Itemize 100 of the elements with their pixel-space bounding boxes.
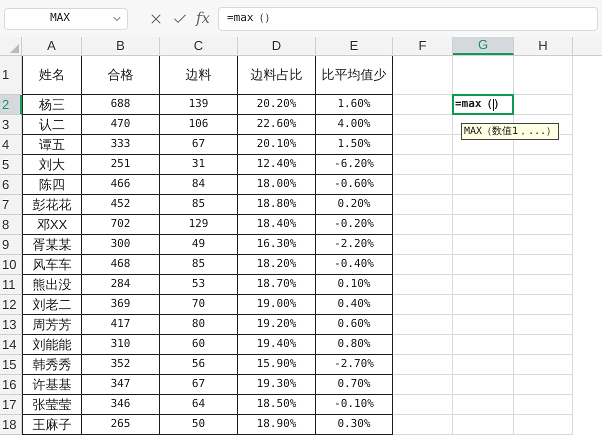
table-cell-text: 15.90% [256, 356, 296, 372]
empty-cell [514, 235, 573, 255]
table-cell-text: 0.20% [337, 196, 371, 212]
column-header[interactable]: B [82, 37, 160, 55]
table-cell-text: 张莹莹 [32, 396, 72, 414]
table-cell-text: 265 [110, 416, 130, 432]
empty-cell [393, 195, 453, 215]
empty-cell [453, 295, 514, 315]
empty-cell [393, 235, 453, 255]
table-cell-text: 300 [110, 236, 130, 252]
table-cell-text: 胥某某 [32, 236, 72, 254]
table-cell-text: 认二 [39, 116, 65, 134]
table-cell-text: 姓名 [39, 66, 65, 84]
empty-cell [514, 135, 573, 155]
function-button[interactable]: fx [196, 7, 210, 30]
row-header[interactable]: 7 [0, 195, 22, 215]
table-cell-text: 熊出没 [32, 276, 72, 294]
table-cell-text: 合格 [108, 66, 134, 84]
table-cell-text: 刘大 [39, 156, 65, 174]
table-cell-text: 比平均值少 [322, 66, 386, 84]
row-header[interactable]: 13 [0, 315, 22, 335]
empty-cell [514, 275, 573, 295]
table-cell-text: 周芳芳 [32, 316, 72, 334]
table-cell-text: 边料占比 [250, 66, 302, 84]
empty-cell [453, 395, 514, 415]
empty-cell [453, 215, 514, 235]
row-header[interactable]: 5 [0, 155, 22, 175]
row-header[interactable]: 17 [0, 395, 22, 415]
table-cell-text: 1.50% [337, 136, 371, 152]
column-header[interactable]: H [514, 37, 573, 55]
row-header[interactable]: 15 [0, 355, 22, 375]
empty-cell [393, 255, 453, 275]
empty-cell [514, 395, 573, 415]
empty-cell [393, 175, 453, 195]
table-cell-text: 谭五 [39, 136, 65, 154]
table-cell-text: 64 [192, 396, 206, 412]
row-header[interactable]: 8 [0, 215, 22, 235]
table-cell-text: 369 [110, 296, 130, 312]
row-header[interactable]: 18 [0, 415, 22, 435]
table-cell-text: 106 [188, 116, 208, 132]
formula-input[interactable]: =max（） [218, 6, 598, 30]
table-cell-text: -2.20% [334, 236, 374, 252]
table-cell-text: 刘能能 [32, 336, 72, 354]
row-header[interactable]: 4 [0, 135, 22, 155]
row-header[interactable]: 11 [0, 275, 22, 295]
empty-cell [514, 295, 573, 315]
table-cell-text: 18.00% [256, 176, 296, 192]
empty-cell [514, 355, 573, 375]
table-cell-text: 352 [110, 356, 130, 372]
table-cell-text: 60 [192, 336, 206, 352]
empty-cell [393, 215, 453, 235]
text-caret [492, 98, 494, 110]
table-cell-text: 67 [192, 136, 206, 152]
row-header[interactable]: 14 [0, 335, 22, 355]
empty-cell [453, 375, 514, 395]
table-cell-text: 0.70% [337, 376, 371, 392]
active-cell-input[interactable]: =max（） [452, 94, 514, 115]
table-cell-text: 688 [110, 96, 130, 112]
empty-cell [514, 375, 573, 395]
row-header[interactable]: 1 [0, 56, 22, 95]
empty-cell [393, 355, 453, 375]
table-cell-text: 18.40% [256, 216, 296, 232]
empty-cell [453, 195, 514, 215]
column-header[interactable]: A [22, 37, 82, 55]
table-cell-text: 702 [110, 216, 130, 232]
row-header[interactable]: 10 [0, 255, 22, 275]
table-cell-text: 310 [110, 336, 130, 352]
row-header[interactable]: 3 [0, 115, 22, 135]
row-header[interactable]: 9 [0, 235, 22, 255]
column-header[interactable]: C [160, 37, 238, 55]
table-cell-text: 466 [110, 176, 130, 192]
row-header[interactable]: 6 [0, 175, 22, 195]
empty-cell [453, 355, 514, 375]
table-cell-text: 风车车 [32, 256, 72, 274]
table-cell-text: -0.40% [334, 256, 374, 272]
table-cell-text: 18.50% [256, 396, 296, 412]
empty-cell [514, 255, 573, 275]
row-header[interactable]: 12 [0, 295, 22, 315]
table-cell-text: 4.00% [337, 116, 371, 132]
column-header[interactable]: D [238, 37, 316, 55]
row-header[interactable]: 16 [0, 375, 22, 395]
empty-cell [393, 415, 453, 435]
table-cell-text: -0.10% [334, 396, 374, 412]
empty-cell [393, 315, 453, 335]
table-cell-text: 19.00% [256, 296, 296, 312]
table-cell-text: 50 [192, 416, 206, 432]
table-cell-text: -2.70% [334, 356, 374, 372]
table-cell-text: 0.10% [337, 276, 371, 292]
table-cell-text: 杨三 [39, 96, 65, 114]
table-cell-text: 284 [110, 276, 130, 292]
empty-cell [393, 395, 453, 415]
table-cell-text: 347 [110, 376, 130, 392]
function-tooltip: MAX（数值1，...） [461, 123, 560, 140]
table-cell-text: 韩秀秀 [32, 356, 72, 374]
column-header[interactable]: E [316, 37, 393, 55]
table-cell-text: 彭花花 [32, 196, 72, 214]
table-cell-text: 许基基 [32, 376, 72, 394]
name-box[interactable]: MAX [4, 8, 128, 30]
table-cell-text: 452 [110, 196, 130, 212]
empty-cell [453, 175, 514, 195]
